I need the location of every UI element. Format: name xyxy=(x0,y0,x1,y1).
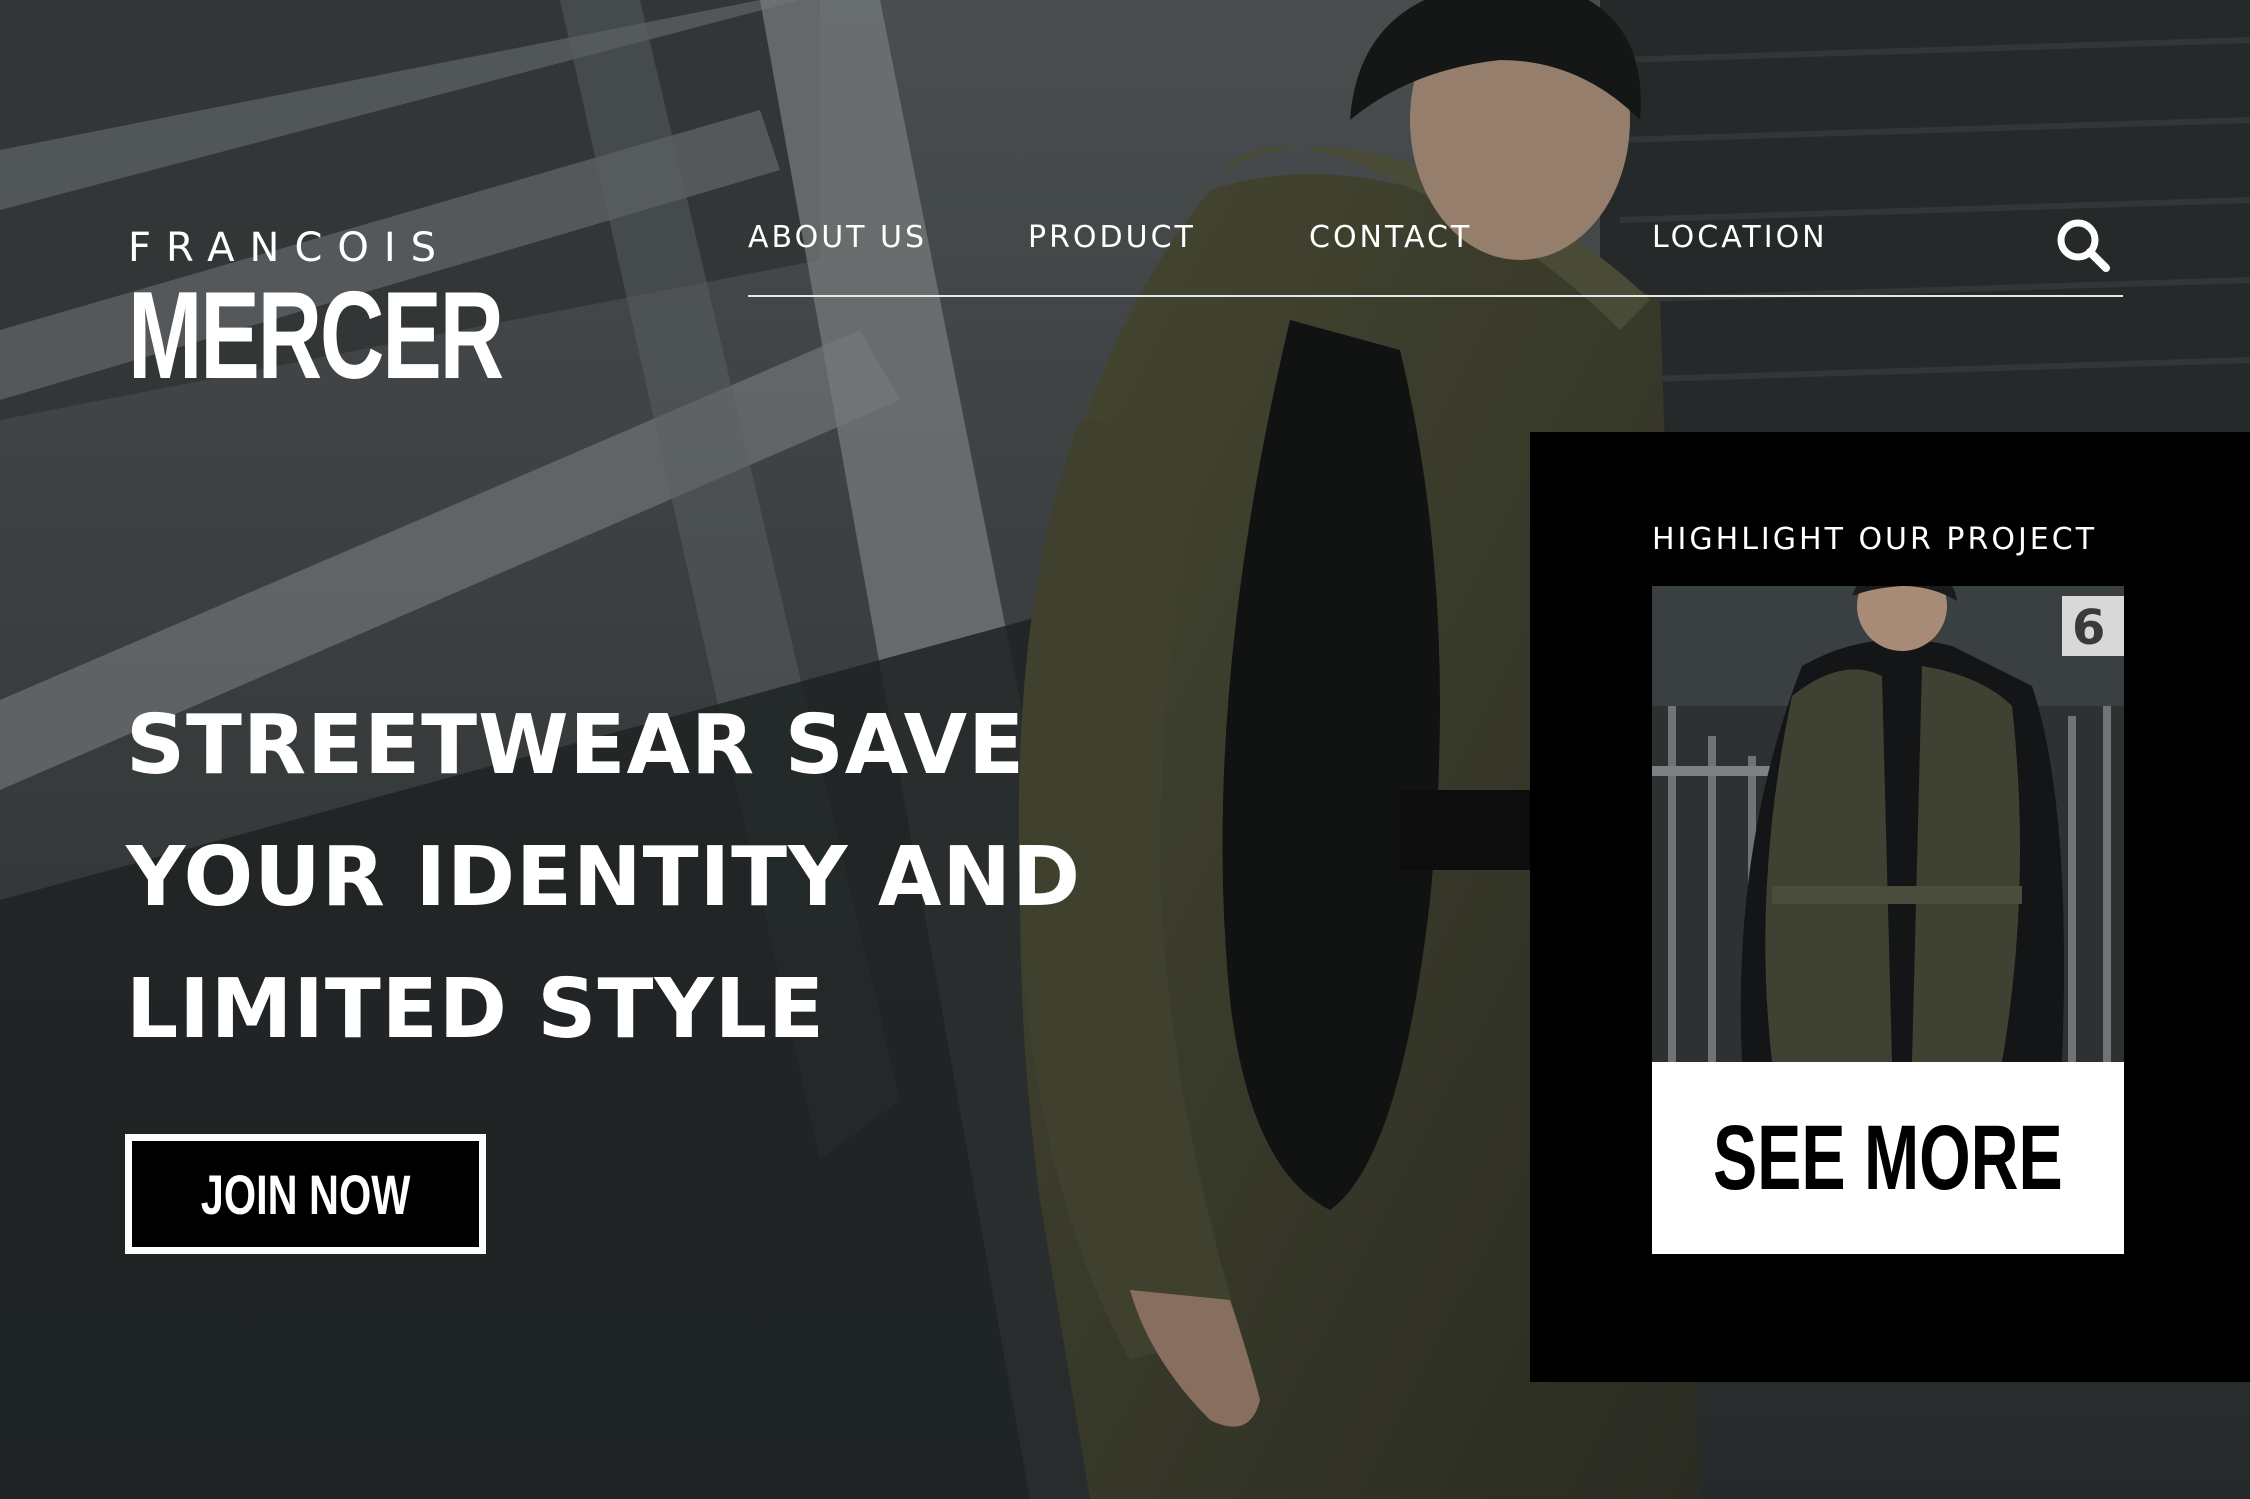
headline-line-2: YOUR IDENTITY AND xyxy=(126,830,1082,925)
landing-page: FRANCOIS MERCER ABOUT US PRODUCT CONTACT… xyxy=(0,0,2250,1499)
nav-product[interactable]: PRODUCT xyxy=(1028,220,1196,255)
highlight-photo[interactable]: 6 xyxy=(1652,586,2124,1062)
headline-line-3: LIMITED STYLE xyxy=(126,962,826,1057)
join-now-label: JOIN NOW xyxy=(200,1162,411,1226)
svg-text:6: 6 xyxy=(2072,600,2105,656)
see-more-label: SEE MORE xyxy=(1713,1106,2063,1209)
brand-name-bottom: MERCER xyxy=(128,267,504,405)
nav-about-us[interactable]: ABOUT US xyxy=(748,220,927,255)
brand-name-top: FRANCOIS xyxy=(128,225,452,271)
nav-divider xyxy=(748,295,2123,297)
highlight-title: HIGHLIGHT OUR PROJECT xyxy=(1652,522,2098,557)
see-more-button[interactable]: SEE MORE xyxy=(1652,1062,2124,1254)
nav-location[interactable]: LOCATION xyxy=(1652,220,1828,255)
join-now-button[interactable]: JOIN NOW xyxy=(125,1134,486,1254)
top-navigation: ABOUT US PRODUCT CONTACT LOCATION xyxy=(748,214,2123,297)
search-icon[interactable] xyxy=(2054,216,2112,274)
headline-line-1: STREETWEAR SAVE xyxy=(126,698,1026,793)
hero-headline: STREETWEAR SAVE YOUR IDENTITY AND LIMITE… xyxy=(126,680,1106,1076)
nav-contact[interactable]: CONTACT xyxy=(1309,220,1472,255)
highlight-card: HIGHLIGHT OUR PROJECT 6 SEE MORE xyxy=(1530,432,2250,1382)
brand-logo[interactable]: FRANCOIS MERCER xyxy=(128,225,647,405)
